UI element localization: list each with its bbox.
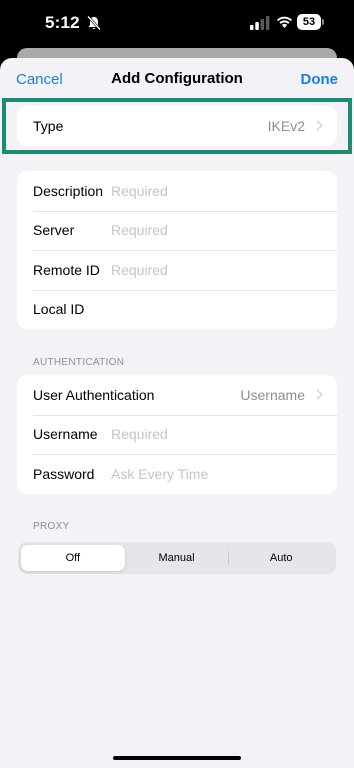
user-authentication-label: User Authentication bbox=[33, 386, 155, 403]
battery-level: 53 bbox=[297, 14, 321, 30]
chevron-right-icon bbox=[312, 389, 323, 400]
password-field[interactable]: Ask Every Time bbox=[111, 466, 208, 482]
username-field[interactable]: Required bbox=[111, 426, 168, 442]
proxy-segmented-control: Off Manual Auto bbox=[18, 542, 336, 574]
authentication-header: AUTHENTICATION bbox=[33, 357, 125, 368]
remote-id-row[interactable]: Remote ID Required bbox=[17, 250, 337, 290]
user-authentication-value: Username bbox=[240, 386, 305, 403]
authentication-group: User Authentication Username Username Re… bbox=[17, 375, 337, 494]
server-row[interactable]: Server Required bbox=[17, 210, 337, 251]
username-row[interactable]: Username Required bbox=[17, 414, 337, 455]
cellular-signal-icon bbox=[250, 16, 270, 30]
done-button[interactable]: Done bbox=[301, 71, 339, 88]
type-group: Type IKEv2 bbox=[17, 106, 337, 146]
password-label: Password bbox=[33, 465, 95, 482]
nav-bar: Add Configuration Cancel Done bbox=[0, 58, 354, 102]
user-authentication-row[interactable]: User Authentication Username bbox=[17, 375, 337, 415]
type-label: Type bbox=[33, 117, 64, 134]
type-row[interactable]: Type IKEv2 bbox=[17, 106, 337, 146]
description-field[interactable]: Required bbox=[111, 183, 168, 199]
config-group: Description Required Server Required Rem… bbox=[17, 171, 337, 329]
server-label: Server bbox=[33, 222, 75, 239]
add-configuration-sheet: Add Configuration Cancel Done Type IKEv2… bbox=[0, 58, 354, 768]
battery-icon: 53 bbox=[297, 14, 325, 30]
remote-id-label: Remote ID bbox=[33, 261, 100, 278]
local-id-row[interactable]: Local ID bbox=[17, 289, 337, 330]
local-id-label: Local ID bbox=[33, 301, 85, 318]
home-indicator bbox=[113, 756, 241, 760]
wifi-icon bbox=[277, 16, 292, 28]
bell-slash-icon bbox=[87, 15, 101, 31]
remote-id-field[interactable]: Required bbox=[111, 262, 168, 278]
proxy-header: PROXY bbox=[33, 521, 70, 532]
proxy-option-off[interactable]: Off bbox=[21, 545, 125, 571]
chevron-right-icon bbox=[312, 120, 323, 131]
type-value: IKEv2 bbox=[267, 117, 305, 134]
proxy-option-auto[interactable]: Auto bbox=[229, 545, 333, 571]
proxy-option-manual[interactable]: Manual bbox=[125, 545, 229, 571]
server-field[interactable]: Required bbox=[111, 222, 168, 238]
status-time: 5:12 bbox=[45, 13, 80, 32]
status-bar: 5:12 53 bbox=[0, 0, 354, 48]
password-row[interactable]: Password Ask Every Time bbox=[17, 454, 337, 494]
cancel-button[interactable]: Cancel bbox=[16, 71, 63, 88]
description-row[interactable]: Description Required bbox=[17, 171, 337, 211]
description-label: Description bbox=[33, 182, 104, 199]
username-label: Username bbox=[33, 426, 98, 443]
